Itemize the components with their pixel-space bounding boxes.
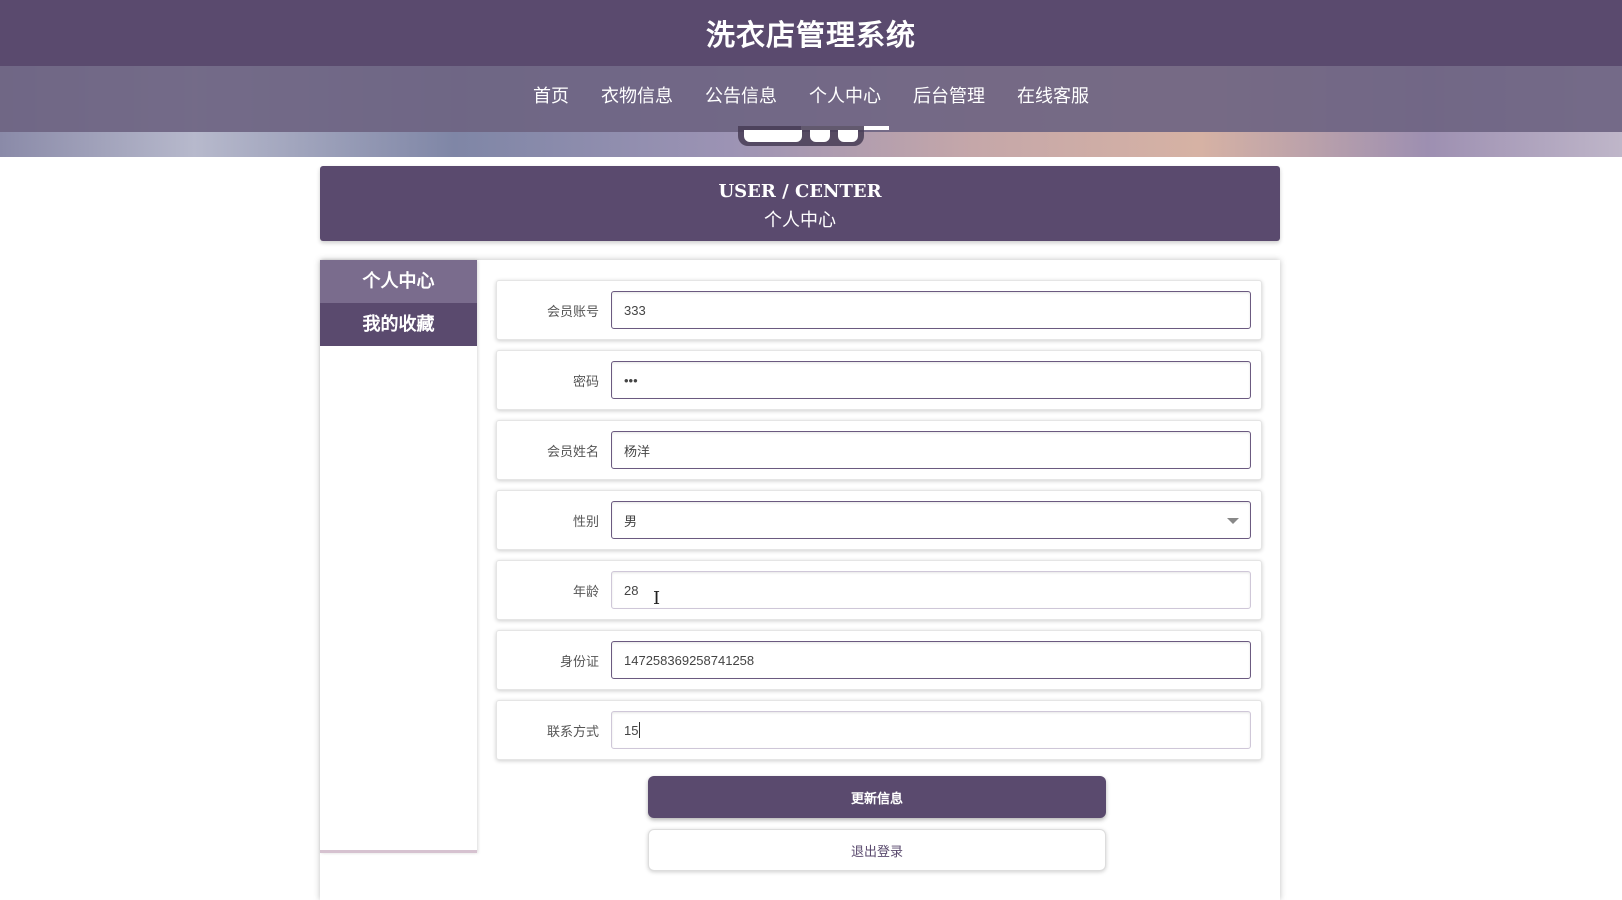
carousel-indicators bbox=[738, 126, 864, 146]
account-label: 会员账号 bbox=[546, 304, 599, 320]
carousel-dot[interactable] bbox=[838, 130, 858, 142]
form-row-password: 密码 ••• bbox=[496, 350, 1262, 410]
form-row-id-card: 身份证 147258369258741258 bbox=[496, 630, 1262, 690]
text-caret bbox=[639, 722, 641, 738]
contact-label: 联系方式 bbox=[546, 724, 599, 740]
gender-label: 性别 bbox=[572, 514, 599, 530]
form-row-account: 会员账号 333 bbox=[496, 280, 1262, 340]
site-title: 洗衣店管理系统 bbox=[705, 18, 916, 52]
form-row-contact: 联系方式 15 bbox=[496, 700, 1262, 760]
nav-item-admin[interactable]: 后台管理 bbox=[913, 66, 985, 132]
nav-item-user-center[interactable]: 个人中心 bbox=[801, 66, 889, 132]
update-info-button[interactable]: 更新信息 bbox=[648, 776, 1106, 818]
password-input[interactable]: ••• bbox=[611, 361, 1251, 399]
main-nav: 首页 衣物信息 公告信息 个人中心 后台管理 在线客服 bbox=[0, 66, 1622, 132]
sidebar: 个人中心 我的收藏 bbox=[320, 260, 477, 853]
contact-value: 15 bbox=[624, 722, 639, 738]
section-title-en: USER / CENTER bbox=[718, 181, 882, 202]
id-card-label: 身份证 bbox=[559, 654, 599, 670]
form-row-gender: 性别 男 bbox=[496, 490, 1262, 550]
form-row-name: 会员姓名 杨洋 bbox=[496, 420, 1262, 480]
age-input[interactable]: 28 bbox=[611, 571, 1251, 609]
logout-button[interactable]: 退出登录 bbox=[648, 829, 1106, 871]
profile-form: 会员账号 333 密码 ••• 会员姓名 杨洋 性别 男 年龄 28 身份证 1… bbox=[496, 280, 1262, 770]
nav-item-notices[interactable]: 公告信息 bbox=[705, 66, 777, 132]
password-label: 密码 bbox=[572, 374, 599, 390]
section-title-cn: 个人中心 bbox=[764, 210, 836, 231]
sidebar-item-user-center[interactable]: 个人中心 bbox=[320, 260, 477, 303]
sidebar-item-favorites[interactable]: 我的收藏 bbox=[320, 303, 477, 346]
carousel-dot[interactable] bbox=[810, 130, 830, 142]
carousel-dot[interactable] bbox=[744, 130, 802, 142]
name-input[interactable]: 杨洋 bbox=[611, 431, 1251, 469]
account-input[interactable]: 333 bbox=[611, 291, 1251, 329]
chevron-down-icon[interactable] bbox=[1227, 518, 1239, 524]
nav-item-clothes[interactable]: 衣物信息 bbox=[601, 66, 673, 132]
nav-item-home[interactable]: 首页 bbox=[533, 66, 569, 132]
text-cursor-icon: I bbox=[653, 588, 661, 609]
form-row-age: 年龄 28 bbox=[496, 560, 1262, 620]
top-bar: 洗衣店管理系统 bbox=[0, 0, 1622, 66]
name-label: 会员姓名 bbox=[546, 444, 599, 460]
id-card-input[interactable]: 147258369258741258 bbox=[611, 641, 1251, 679]
contact-input[interactable]: 15 bbox=[611, 711, 1251, 749]
section-header: USER / CENTER 个人中心 bbox=[320, 166, 1280, 241]
gender-select[interactable]: 男 bbox=[611, 501, 1251, 539]
nav-item-support[interactable]: 在线客服 bbox=[1017, 66, 1089, 132]
age-label: 年龄 bbox=[572, 584, 599, 600]
